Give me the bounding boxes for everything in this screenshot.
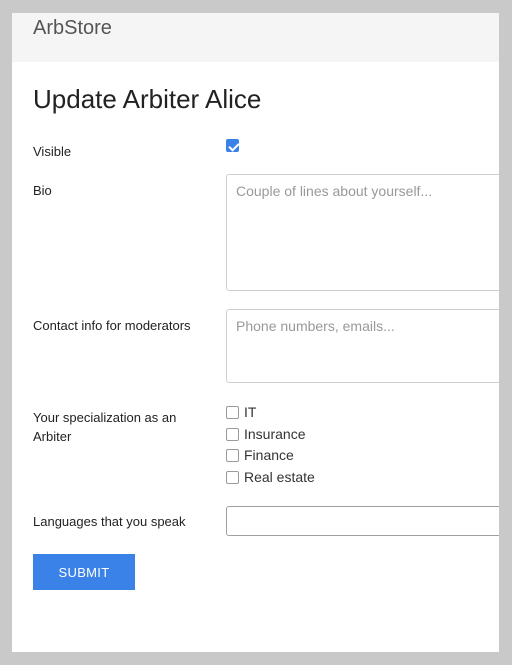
spec-checkbox-real-estate[interactable]	[226, 470, 239, 484]
languages-input[interactable]	[226, 506, 499, 536]
brand-logo[interactable]: ArbStore	[33, 16, 112, 40]
spec-option-insurance[interactable]: Insurance	[226, 426, 305, 442]
spec-option-real-estate[interactable]: Real estate	[226, 469, 315, 485]
spec-label-it: IT	[244, 404, 257, 420]
visible-checkbox[interactable]	[226, 139, 239, 152]
app-window: ArbStore Update Arbiter Alice Visible Bi…	[12, 13, 499, 652]
languages-label: Languages that you speak	[33, 514, 186, 529]
spec-option-finance[interactable]: Finance	[226, 447, 294, 463]
bio-placeholder: Couple of lines about yourself...	[236, 183, 433, 199]
spec-label-insurance: Insurance	[244, 426, 306, 442]
spec-checkbox-it[interactable]	[226, 405, 239, 419]
bio-label: Bio	[33, 183, 52, 198]
visible-label: Visible	[33, 144, 72, 159]
submit-button[interactable]: SUBMIT	[33, 554, 135, 590]
spec-label-real-estate: Real estate	[244, 469, 315, 485]
specialization-label: Your specialization as an Arbiter	[33, 410, 177, 444]
contact-label: Contact info for moderators	[33, 318, 191, 333]
page-title: Update Arbiter Alice	[33, 84, 262, 114]
contact-placeholder: Phone numbers, emails...	[236, 318, 395, 334]
navbar: ArbStore	[12, 13, 499, 62]
contact-textarea[interactable]: Phone numbers, emails...	[226, 309, 499, 383]
bio-textarea[interactable]: Couple of lines about yourself...	[226, 174, 499, 291]
spec-label-finance: Finance	[244, 447, 294, 463]
spec-option-it[interactable]: IT	[226, 404, 256, 420]
spec-checkbox-finance[interactable]	[226, 448, 239, 462]
spec-checkbox-insurance[interactable]	[226, 427, 239, 441]
